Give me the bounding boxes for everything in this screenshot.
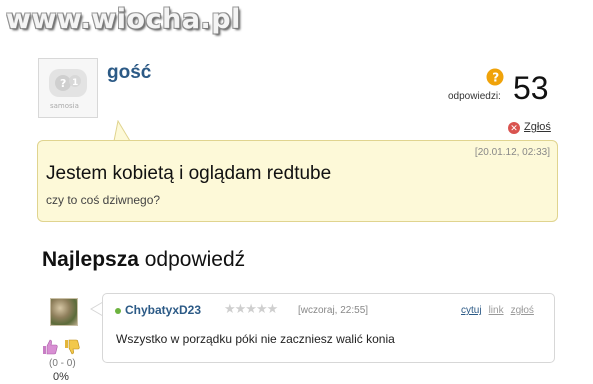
answer-box: ChybatyxD23 ★★★★★ [wczoraj, 22:55] cytuj… — [102, 293, 555, 363]
vote-percent: 0% — [53, 371, 69, 383]
answers-count-label: odpowiedzi: — [448, 91, 501, 102]
quote-link[interactable]: cytuj — [461, 305, 482, 316]
answer-author[interactable]: ChybatyxD23 — [125, 303, 201, 317]
answer-text: Wszystko w porządku póki nie zaczniesz w… — [116, 332, 395, 346]
best-answer-heading-rest: odpowiedź — [138, 248, 246, 271]
avatar-logo-text: samosia — [50, 102, 79, 110]
question-date: [20.01.12, 02:33] — [474, 147, 550, 158]
best-answer-heading: Najlepsza odpowiedź — [42, 248, 245, 272]
report-answer-link[interactable]: zgłoś — [511, 305, 534, 316]
svg-text:?: ? — [60, 77, 66, 90]
answer-avatar[interactable] — [50, 298, 78, 326]
user-avatar[interactable]: ? 1 samosia — [38, 58, 98, 118]
question-author[interactable]: gość — [107, 62, 151, 84]
thumb-up-icon[interactable] — [41, 338, 59, 356]
answer-actions: cytuj link zgłoś — [461, 305, 541, 316]
vote-count: (0 - 0) — [49, 358, 76, 369]
permalink-link[interactable]: link — [489, 305, 504, 316]
answer-date: [wczoraj, 22:55] — [298, 305, 369, 316]
question-box: [20.01.12, 02:33] Jestem kobietą i ogląd… — [37, 140, 558, 222]
svg-text:?: ? — [492, 71, 499, 85]
warning-icon: ? — [486, 68, 504, 86]
answers-count: 53 — [513, 70, 549, 106]
svg-text:1: 1 — [72, 78, 78, 88]
report-question-link[interactable]: ✕ Zgłoś — [508, 121, 551, 134]
question-title: Jestem kobietą i oglądam redtube — [46, 163, 332, 184]
report-icon: ✕ — [508, 122, 520, 134]
online-status-icon — [115, 308, 121, 314]
thumb-down-icon[interactable] — [63, 338, 81, 356]
rating-stars: ★★★★★ — [224, 301, 278, 316]
question-details: czy to coś dziwnego? — [46, 193, 161, 207]
site-watermark: www.wiocha.pl — [6, 4, 241, 35]
report-label: Zgłoś — [524, 121, 551, 133]
best-answer-heading-bold: Najlepsza — [42, 248, 139, 271]
